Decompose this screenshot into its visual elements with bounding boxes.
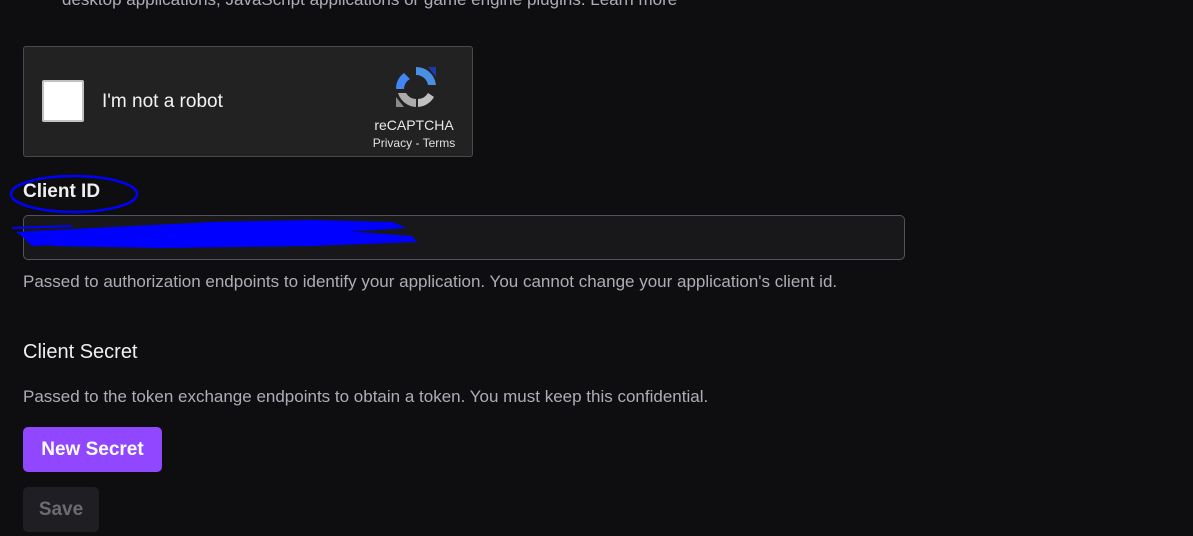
recaptcha-link-separator: -: [412, 136, 423, 150]
recaptcha-widget: I'm not a robot reCAPTCHA Privacy - Term…: [23, 46, 473, 157]
recaptcha-terms-link[interactable]: Terms: [423, 136, 456, 150]
recaptcha-checkbox[interactable]: [42, 80, 84, 122]
top-help-text: desktop applications, JavaScript applica…: [62, 0, 677, 10]
app-settings-page: desktop applications, JavaScript applica…: [0, 0, 1193, 536]
client-secret-help: Passed to the token exchange endpoints t…: [23, 387, 709, 406]
redaction-scribble: [12, 220, 417, 248]
client-id-help: Passed to authorization endpoints to ide…: [23, 272, 838, 291]
new-secret-button[interactable]: New Secret: [23, 427, 162, 472]
client-secret-label: Client Secret: [23, 341, 138, 363]
recaptcha-privacy-link[interactable]: Privacy: [373, 136, 412, 150]
recaptcha-brand: reCAPTCHA: [374, 117, 454, 133]
recaptcha-logo-icon: [396, 66, 436, 107]
save-button[interactable]: Save: [23, 487, 99, 532]
annotation-circle: [9, 174, 139, 214]
recaptcha-links: Privacy - Terms: [344, 136, 484, 150]
recaptcha-label: I'm not a robot: [102, 91, 223, 112]
